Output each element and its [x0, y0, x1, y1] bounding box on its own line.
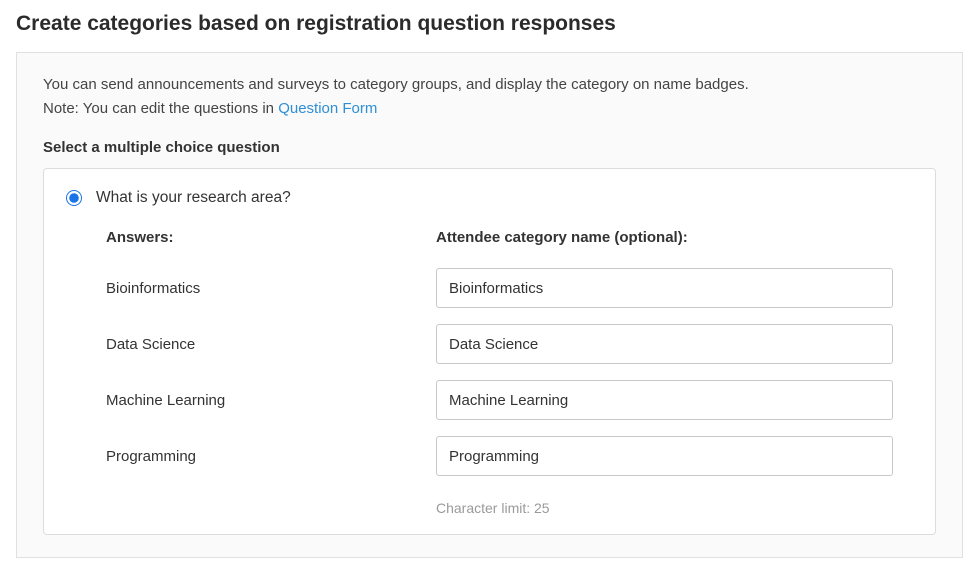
intro-text: You can send announcements and surveys t…	[43, 73, 936, 97]
config-panel: You can send announcements and surveys t…	[16, 52, 963, 558]
page-title: Create categories based on registration …	[16, 12, 963, 36]
category-header: Attendee category name (optional):	[436, 229, 893, 252]
char-limit-text: Character limit: 25	[436, 500, 893, 516]
intro-note-prefix: Note: You can edit the questions in	[43, 100, 278, 117]
category-input-3[interactable]	[436, 436, 893, 476]
question-header: What is your research area?	[66, 189, 913, 207]
answers-header: Answers:	[106, 229, 426, 252]
answer-label: Data Science	[106, 336, 426, 353]
question-radio[interactable]	[66, 190, 82, 206]
answers-grid: Answers: Attendee category name (optiona…	[106, 229, 893, 516]
question-form-link[interactable]: Question Form	[278, 100, 377, 117]
section-label: Select a multiple choice question	[43, 139, 936, 156]
answer-label: Machine Learning	[106, 392, 426, 409]
category-input-2[interactable]	[436, 380, 893, 420]
category-input-1[interactable]	[436, 324, 893, 364]
question-text: What is your research area?	[96, 189, 291, 207]
answer-label: Programming	[106, 448, 426, 465]
answer-label: Bioinformatics	[106, 280, 426, 297]
question-card: What is your research area? Answers: Att…	[43, 168, 936, 535]
category-input-0[interactable]	[436, 268, 893, 308]
intro-note: Note: You can edit the questions in Ques…	[43, 97, 936, 121]
